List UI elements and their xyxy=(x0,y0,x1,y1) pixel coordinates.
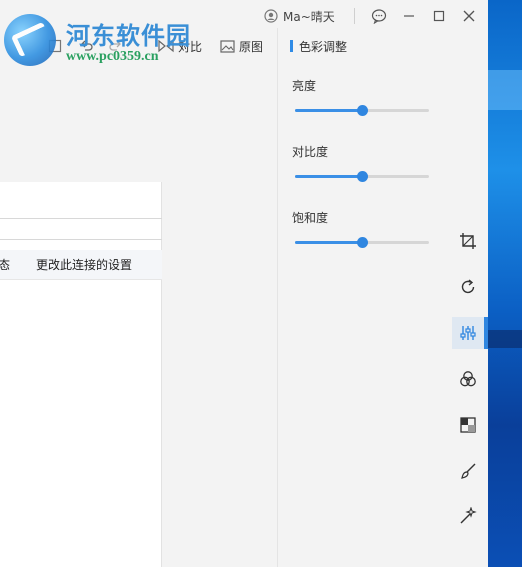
close-icon xyxy=(463,10,475,22)
minimize-button[interactable] xyxy=(399,6,419,26)
rotate-tool-button[interactable] xyxy=(452,271,484,303)
adjust-tool-button[interactable] xyxy=(452,317,488,349)
crop-tool-button[interactable] xyxy=(452,225,484,257)
watermark-logo-icon xyxy=(4,14,56,66)
user-account[interactable]: Ma~晴天 xyxy=(264,7,335,25)
image-editor-window: 态 更改此连接的设置 对比 原图 河东软件园 www.pc0359.cn Ma~… xyxy=(0,0,488,567)
saturation-slider[interactable] xyxy=(295,236,429,248)
rotate-icon xyxy=(461,279,475,294)
slider-fill xyxy=(295,175,362,178)
close-button[interactable] xyxy=(459,6,479,26)
brightness-label: 亮度 xyxy=(292,79,317,93)
minimize-icon xyxy=(404,15,414,17)
color-filter-tool-button[interactable] xyxy=(452,363,484,395)
watermark-name: 河东软件园 xyxy=(66,21,191,50)
panel-title-text: 色彩调整 xyxy=(299,39,348,54)
slider-fill xyxy=(295,241,362,244)
image-canvas: 态 更改此连接的设置 xyxy=(0,62,277,567)
color-filter-icon xyxy=(460,371,476,387)
username: Ma~晴天 xyxy=(283,9,335,24)
maximize-icon xyxy=(433,10,445,22)
slider-thumb[interactable] xyxy=(357,171,368,182)
desktop-shadow-band xyxy=(488,330,522,348)
feedback-button[interactable] xyxy=(369,6,389,26)
preview-divider xyxy=(0,239,162,240)
panel-title-accent xyxy=(290,40,293,52)
user-avatar-icon xyxy=(264,9,278,23)
slider-thumb[interactable] xyxy=(357,105,368,116)
image-icon xyxy=(220,39,235,53)
adjust-icon xyxy=(460,326,476,340)
watermark-logo: 河东软件园 www.pc0359.cn xyxy=(4,6,204,68)
preview-column-settings: 更改此连接的设置 xyxy=(36,258,133,272)
brush-icon xyxy=(461,463,476,479)
preview-column-status: 态 xyxy=(0,258,11,272)
brightness-slider[interactable] xyxy=(295,104,429,116)
slider-thumb[interactable] xyxy=(357,237,368,248)
mosaic-icon xyxy=(460,417,476,433)
brush-tool-button[interactable] xyxy=(452,455,484,487)
contrast-label: 对比度 xyxy=(292,145,329,159)
contrast-slider[interactable] xyxy=(295,170,429,182)
preview-table-header: 态 更改此连接的设置 xyxy=(0,250,162,280)
original-label: 原图 xyxy=(239,39,264,54)
watermark-url: www.pc0359.cn xyxy=(66,49,159,64)
preview-divider xyxy=(0,218,162,219)
screenshot-preview: 态 更改此连接的设置 xyxy=(0,182,162,567)
desktop-background xyxy=(488,0,522,567)
desktop-light-beam xyxy=(488,70,522,110)
saturation-label: 饱和度 xyxy=(292,211,329,225)
panel-title: 色彩调整 xyxy=(290,38,347,54)
original-button[interactable]: 原图 xyxy=(220,36,263,56)
crop-icon xyxy=(460,233,476,249)
maximize-button[interactable] xyxy=(429,6,449,26)
slider-fill xyxy=(295,109,362,112)
mosaic-tool-button[interactable] xyxy=(452,409,484,441)
magic-wand-icon xyxy=(460,507,477,524)
magic-wand-tool-button[interactable] xyxy=(452,500,484,532)
chat-bubble-icon xyxy=(371,9,387,24)
titlebar-divider xyxy=(354,8,355,24)
